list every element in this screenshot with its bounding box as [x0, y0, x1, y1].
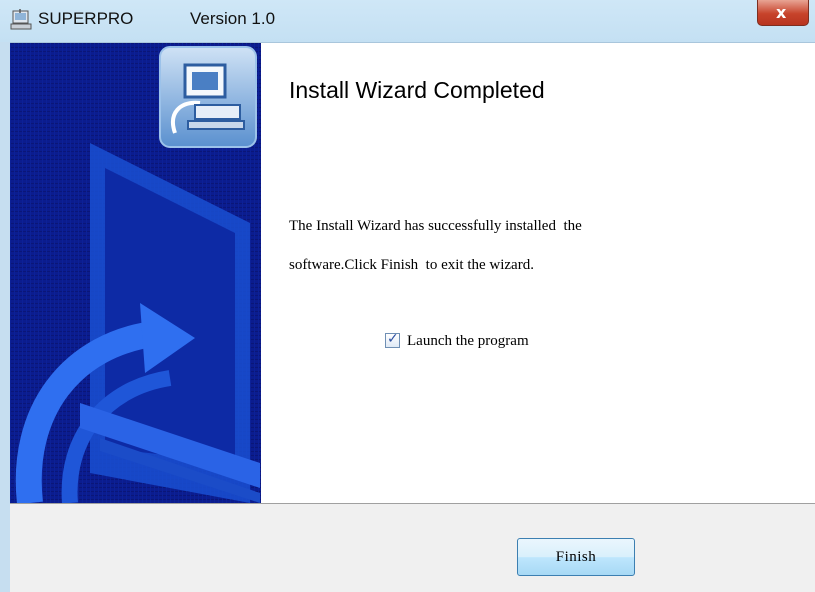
launch-program-label[interactable]: Launch the program: [407, 333, 529, 350]
window-title: SUPERPRO: [38, 9, 134, 28]
wizard-banner: [10, 43, 261, 503]
finish-button-label: Finish: [555, 549, 597, 565]
computer-icon: [159, 46, 257, 148]
finish-button[interactable]: Finish: [517, 538, 635, 576]
page-title: Install Wizard Completed: [289, 77, 545, 103]
checkmark-icon: ✓: [387, 331, 399, 347]
title-bar: SUPERPRO Version 1.0 x: [0, 0, 815, 43]
launch-program-checkbox[interactable]: ✓: [385, 331, 400, 348]
footer-bar: [10, 504, 815, 592]
completion-message-line-1: The Install Wizard has successfully inst…: [289, 218, 582, 234]
installer-icon: [10, 9, 32, 30]
close-icon: x: [776, 3, 787, 22]
window-frame-left: [0, 42, 10, 592]
completion-message-line-2: software.Click Finish to exit the wizard…: [289, 257, 534, 273]
close-button[interactable]: x: [757, 0, 809, 26]
window-version: Version 1.0: [190, 9, 276, 28]
